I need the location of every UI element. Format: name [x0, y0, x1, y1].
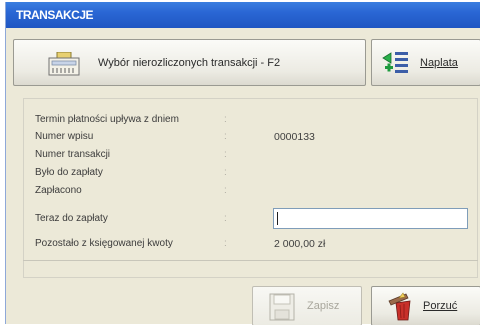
transactions-window: TRANSAKCJE Wybór nierozliczonych transak… — [5, 2, 480, 325]
pay-now-separator: : — [224, 213, 227, 224]
due-date-label: Termin płatności upływa z dniem — [35, 114, 179, 125]
remaining-amount-label: Pozostało z księgowanej kwoty — [35, 238, 173, 249]
payment-button-label: Naplata — [420, 57, 458, 69]
save-button[interactable]: Zapisz — [252, 286, 362, 325]
title-bar: TRANSAKCJE — [6, 2, 480, 28]
amount-due-label: Było do zapłaty — [35, 167, 103, 178]
discard-button[interactable]: Porzuć — [371, 286, 480, 325]
floppy-disk-icon — [269, 293, 295, 321]
transaction-number-label: Numer transakcji — [35, 149, 111, 160]
list-add-icon — [382, 52, 408, 73]
amount-due-separator: : — [224, 167, 227, 178]
trash-can-icon — [388, 292, 411, 321]
due-date-separator: : — [224, 114, 227, 125]
paid-separator: : — [224, 185, 227, 196]
pay-now-input[interactable] — [273, 208, 468, 229]
remaining-amount-value: 2 000,00 zł — [274, 238, 326, 250]
window-title: TRANSAKCJE — [16, 8, 94, 22]
cash-register-icon — [48, 52, 80, 76]
entry-number-value: 0000133 — [274, 131, 315, 143]
remaining-amount-separator: : — [224, 238, 227, 249]
select-unsettled-transactions-button[interactable]: Wybór nierozliczonych transakcji - F2 — [13, 39, 366, 86]
entry-number-label: Numer wpisu — [35, 131, 94, 142]
payment-button-label-text: Naplata — [420, 57, 458, 69]
discard-button-label-text: Porzuć — [423, 300, 458, 312]
paid-label: Zapłacono — [35, 185, 82, 196]
discard-button-label: Porzuć — [423, 300, 457, 312]
transaction-number-separator: : — [224, 149, 227, 160]
payment-button[interactable]: Naplata — [371, 39, 480, 86]
text-caret — [277, 212, 278, 225]
panel-divider — [23, 260, 478, 261]
save-button-label: Zapisz — [307, 300, 340, 312]
entry-number-separator: : — [224, 131, 227, 142]
pay-now-label: Teraz do zapłaty — [35, 213, 108, 224]
select-unsettled-transactions-label: Wybór nierozliczonych transakcji - F2 — [98, 57, 281, 69]
transaction-details-panel — [23, 98, 478, 278]
